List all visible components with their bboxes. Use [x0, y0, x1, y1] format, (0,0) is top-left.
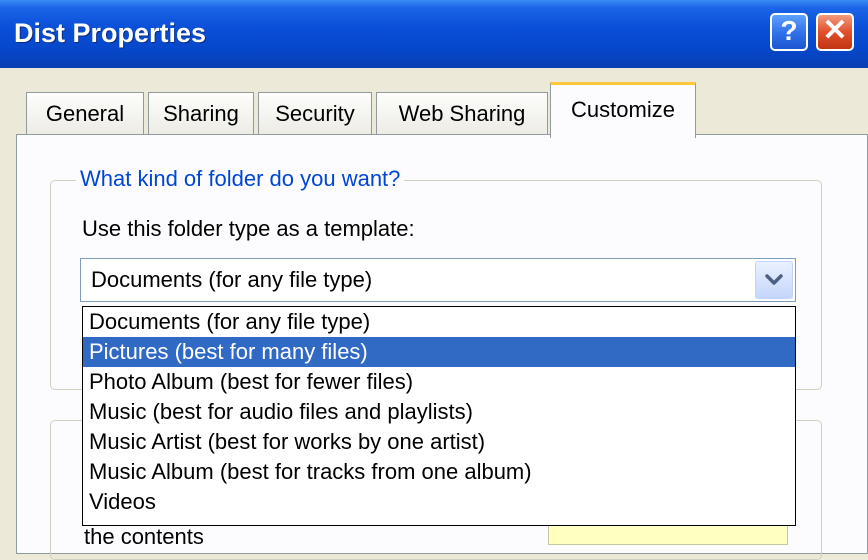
folder-type-select[interactable]: Documents (for any file type): [80, 258, 796, 302]
list-item[interactable]: Music (best for audio files and playlist…: [83, 397, 795, 427]
partial-description-text: the contents: [84, 524, 204, 549]
folder-type-list[interactable]: Documents (for any file type) Pictures (…: [82, 306, 796, 526]
close-button[interactable]: ✕: [816, 13, 854, 51]
folder-picture-preview: [548, 525, 788, 545]
tab-general[interactable]: General: [26, 92, 144, 136]
tab-security[interactable]: Security: [258, 92, 372, 136]
tab-web-sharing[interactable]: Web Sharing: [376, 92, 548, 136]
close-icon: ✕: [822, 14, 848, 47]
list-item[interactable]: Documents (for any file type): [83, 307, 795, 337]
tab-sharing[interactable]: Sharing: [148, 92, 254, 136]
help-icon: ?: [780, 15, 798, 46]
window-title: Dist Properties: [14, 18, 207, 48]
folder-type-legend: What kind of folder do you want?: [76, 166, 405, 192]
template-label: Use this folder type as a template:: [82, 216, 415, 241]
dropdown-button[interactable]: [755, 261, 793, 299]
list-item[interactable]: Photo Album (best for fewer files): [83, 367, 795, 397]
title-bar: Dist Properties ? ✕: [0, 0, 868, 68]
list-item[interactable]: Music Album (best for tracks from one al…: [83, 457, 795, 487]
list-item[interactable]: Videos: [83, 487, 795, 517]
folder-type-value: Documents (for any file type): [91, 267, 373, 292]
tab-customize[interactable]: Customize: [550, 82, 696, 138]
chevron-down-icon: [765, 274, 783, 285]
help-button[interactable]: ?: [770, 13, 808, 51]
list-item[interactable]: Music Artist (best for works by one arti…: [83, 427, 795, 457]
list-item-selected[interactable]: Pictures (best for many files): [83, 337, 795, 367]
